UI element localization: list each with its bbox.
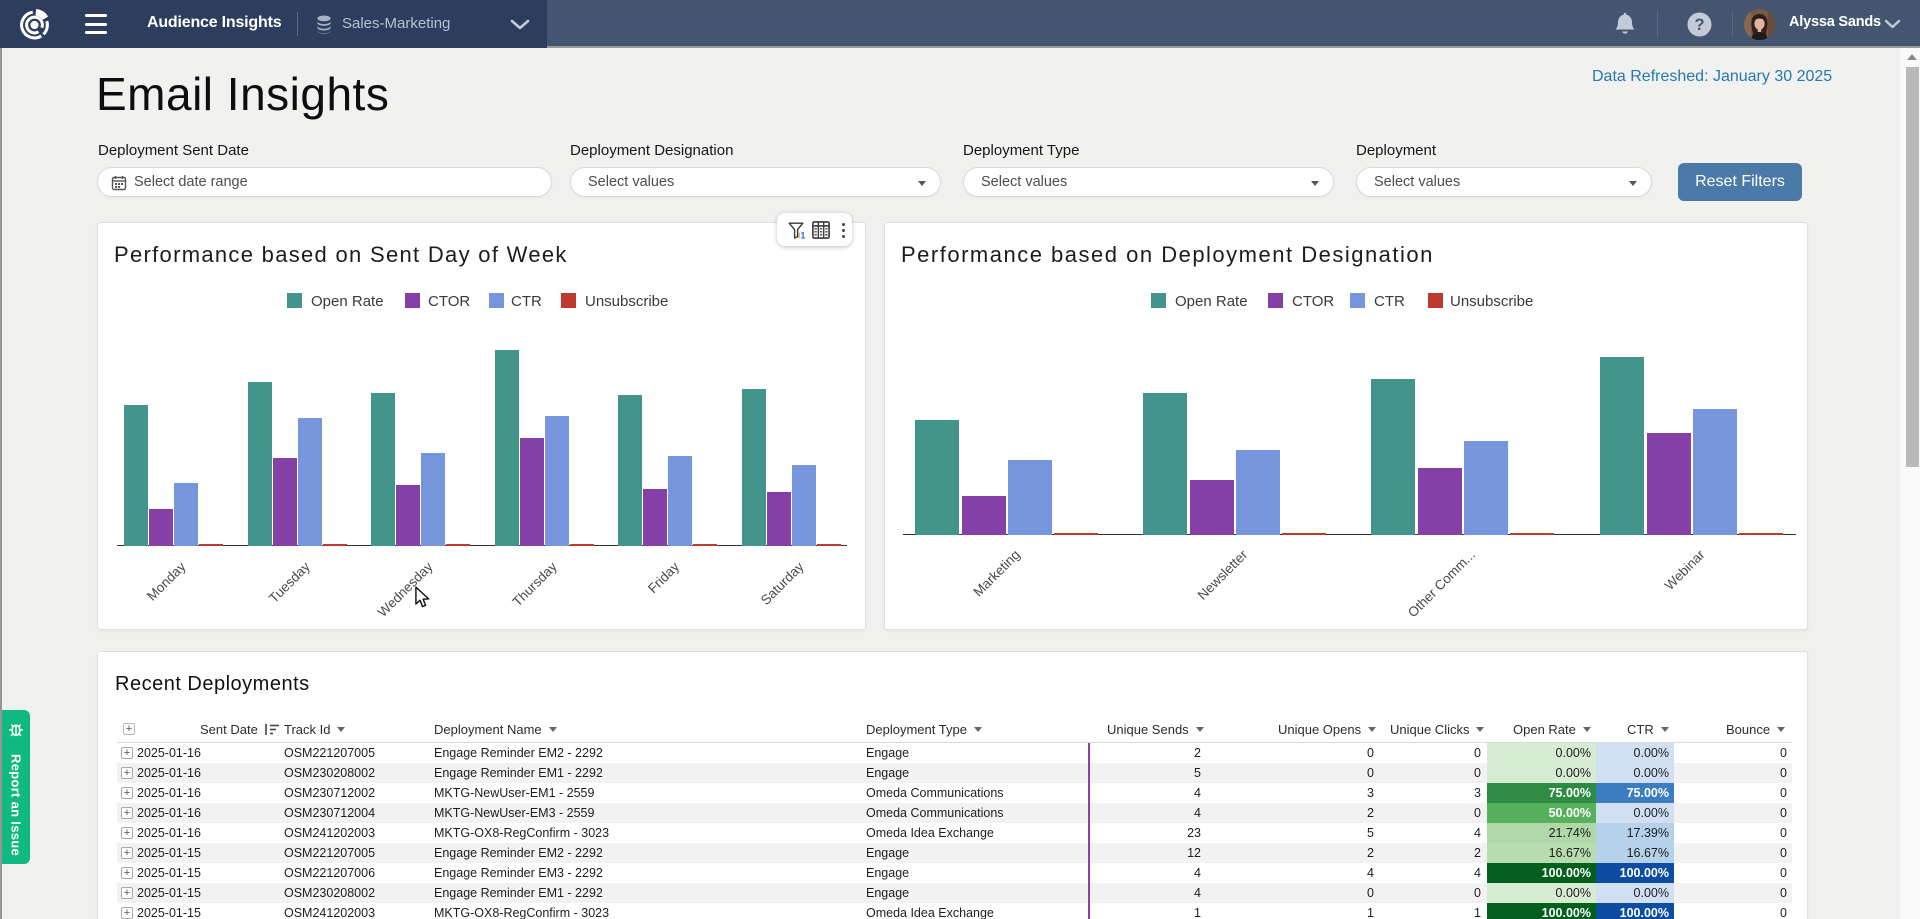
svg-text:1: 1 xyxy=(800,231,806,239)
svg-text:?: ? xyxy=(1694,16,1704,34)
